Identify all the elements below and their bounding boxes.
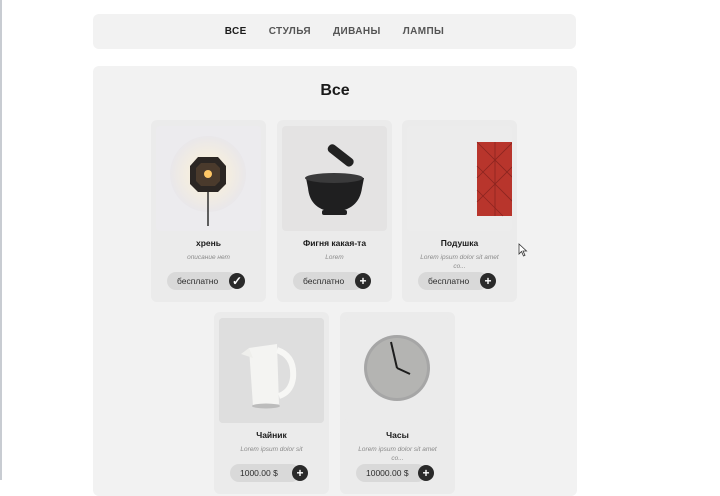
tab-sofas[interactable]: ДИВАНЫ: [333, 23, 381, 40]
plus-icon: +: [422, 466, 430, 480]
category-nav: ВСЕ СТУЛЬЯ ДИВАНЫ ЛАМПЫ: [93, 14, 576, 49]
tab-lamps[interactable]: ЛАМПЫ: [403, 23, 445, 40]
product-description: Lorem ipsum dolor sit amet co...: [358, 446, 437, 462]
product-name[interactable]: Часы: [340, 430, 455, 440]
add-to-cart-button[interactable]: +: [292, 465, 308, 481]
product-description: Lorem: [325, 254, 344, 261]
tab-chairs[interactable]: СТУЛЬЯ: [269, 23, 311, 40]
product-card[interactable]: Часы Lorem ipsum dolor sit amet co... 10…: [340, 312, 455, 494]
product-name[interactable]: Фигня какая-та: [277, 238, 392, 248]
add-to-cart-button[interactable]: +: [480, 273, 496, 289]
plus-icon: +: [359, 274, 367, 288]
check-icon: ✓: [231, 274, 243, 288]
price-label: бесплатно: [167, 272, 237, 290]
price-label: 1000.00 $: [230, 464, 300, 482]
product-description: описание нет: [187, 254, 230, 261]
product-card[interactable]: Чайник Lorem ipsum dolor sit 1000.00 $ +: [214, 312, 329, 494]
price-label: 10000.00 $: [356, 464, 426, 482]
products-panel: Все хрень описание нет бесплатно ✓ Фигня…: [93, 66, 577, 496]
product-image-kettle[interactable]: [219, 318, 324, 423]
product-image-pillow[interactable]: [407, 126, 512, 231]
price-label: бесплатно: [293, 272, 363, 290]
plus-icon: +: [484, 274, 492, 288]
window-left-border: [0, 0, 2, 480]
plus-icon: +: [296, 466, 304, 480]
product-card[interactable]: Фигня какая-та Lorem бесплатно +: [277, 120, 392, 302]
tab-all[interactable]: ВСЕ: [225, 23, 247, 40]
page-title: Все: [320, 82, 350, 99]
mouse-cursor-icon: [518, 243, 528, 257]
product-name[interactable]: Чайник: [214, 430, 329, 440]
added-check-button[interactable]: ✓: [229, 273, 245, 289]
product-image-lamp[interactable]: [156, 126, 261, 231]
price-row: бесплатно ✓: [167, 272, 249, 290]
product-card[interactable]: Подушка Lorem ipsum dolor sit amet co...…: [402, 120, 517, 302]
product-name[interactable]: хрень: [151, 238, 266, 248]
price-row: бесплатно +: [418, 272, 500, 290]
price-row: 1000.00 $ +: [230, 464, 312, 482]
add-to-cart-button[interactable]: +: [355, 273, 371, 289]
price-row: бесплатно +: [293, 272, 375, 290]
product-description: Lorem ipsum dolor sit: [240, 446, 303, 453]
product-card[interactable]: хрень описание нет бесплатно ✓: [151, 120, 266, 302]
product-description: Lorem ipsum dolor sit amet co...: [420, 254, 499, 270]
product-name[interactable]: Подушка: [402, 238, 517, 248]
product-image-mortar[interactable]: [282, 126, 387, 231]
price-label: бесплатно: [418, 272, 488, 290]
product-image-clock[interactable]: [345, 318, 450, 423]
price-row: 10000.00 $ +: [356, 464, 438, 482]
add-to-cart-button[interactable]: +: [418, 465, 434, 481]
